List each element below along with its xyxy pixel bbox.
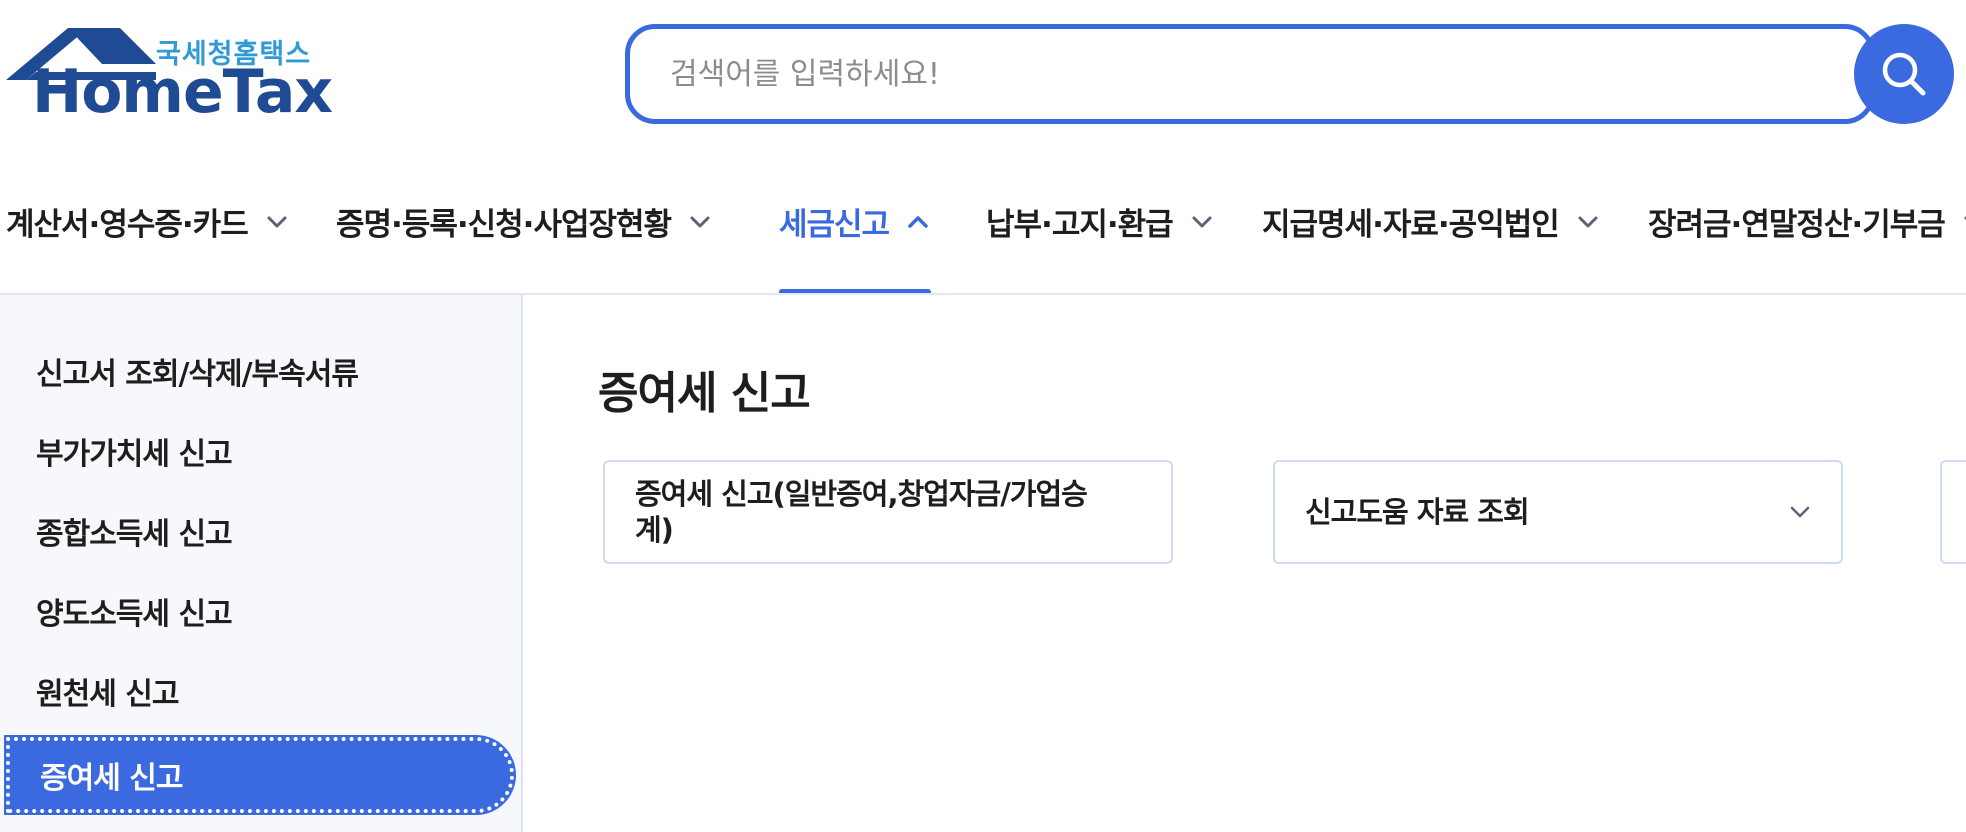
hometax-logo[interactable]: 국세청홈택스 HomeTax [6,26,333,126]
sidebar-item-income-tax-report[interactable]: 종합소득세 신고 [6,493,514,569]
sidebar-item-label: 원천세 신고 [36,677,179,712]
next-card-partial[interactable] [1940,460,1966,564]
sidebar: 신고서 조회/삭제/부속서류 부가가치세 신고 종합소득세 신고 양도소득세 신… [0,295,523,832]
card-label: 증여세 신고(일반증여,창업자금/가업승계) [635,476,1088,547]
sidebar-item-report-inquiry[interactable]: 신고서 조회/삭제/부속서류 [6,333,514,409]
chevron-down-icon [1192,216,1212,227]
gnb-item-certificate-registration[interactable]: 증명·등록·신청·사업장현황 [336,150,713,293]
sidebar-item-label: 양도소득세 신고 [36,597,233,632]
chevron-down-icon [690,216,710,227]
card-label: 신고도움 자료 조회 [1305,494,1530,529]
gift-tax-report-card[interactable]: 증여세 신고(일반증여,창업자금/가업승계) [603,460,1173,564]
gnb-item-payment-statement[interactable]: 지급명세·자료·공익법인 [1262,150,1601,293]
gnb-item-invoice-receipt-card[interactable]: 계산서·영수증·카드 [6,150,290,293]
sidebar-item-label: 부가가치세 신고 [36,437,233,472]
sidebar-item-vat-report[interactable]: 부가가치세 신고 [6,413,514,489]
search-bar [625,24,1955,124]
search-button[interactable] [1854,24,1954,124]
sidebar-item-withholding-report[interactable]: 원천세 신고 [6,653,514,729]
page-title: 증여세 신고 [598,368,811,419]
search-input[interactable] [625,24,1875,124]
sidebar-item-label: 증여세 신고 [40,761,183,796]
chevron-up-icon [908,215,928,228]
main-navigation: 계산서·영수증·카드 증명·등록·신청·사업장현황 세금신고 납부·고지·환급 … [0,150,1966,295]
gnb-item-label: 지급명세·자료·공익법인 [1262,207,1560,243]
gnb-item-incentive-year-end[interactable]: 장려금·연말정산·기부금 [1648,150,1966,293]
sidebar-item-label: 종합소득세 신고 [36,517,233,552]
gnb-item-label: 세금신고 [779,207,890,243]
sidebar-item-label: 신고서 조회/삭제/부속서류 [36,357,359,392]
sidebar-item-capital-gains-report[interactable]: 양도소득세 신고 [6,573,514,649]
chevron-down-icon [267,216,287,227]
main-content: 증여세 신고 증여세 신고(일반증여,창업자금/가업승계) 신고도움 자료 조회 [525,295,1966,832]
search-icon [1882,52,1926,96]
chevron-down-icon [1964,216,1966,220]
chevron-down-icon [1578,216,1598,227]
chevron-down-icon [1790,506,1810,518]
gnb-item-label: 장려금·연말정산·기부금 [1648,207,1946,243]
sidebar-item-gift-tax-report[interactable]: 증여세 신고 [6,737,514,813]
report-help-data-dropdown[interactable]: 신고도움 자료 조회 [1273,460,1843,564]
gnb-item-label: 납부·고지·환급 [986,207,1174,243]
logo-title: HomeTax [32,57,333,127]
gnb-item-tax-report[interactable]: 세금신고 [779,150,932,293]
gnb-item-label: 증명·등록·신청·사업장현황 [336,207,672,243]
gnb-item-label: 계산서·영수증·카드 [6,207,249,243]
header: 국세청홈택스 HomeTax [0,0,1966,150]
gnb-item-payment-notice-refund[interactable]: 납부·고지·환급 [986,150,1215,293]
